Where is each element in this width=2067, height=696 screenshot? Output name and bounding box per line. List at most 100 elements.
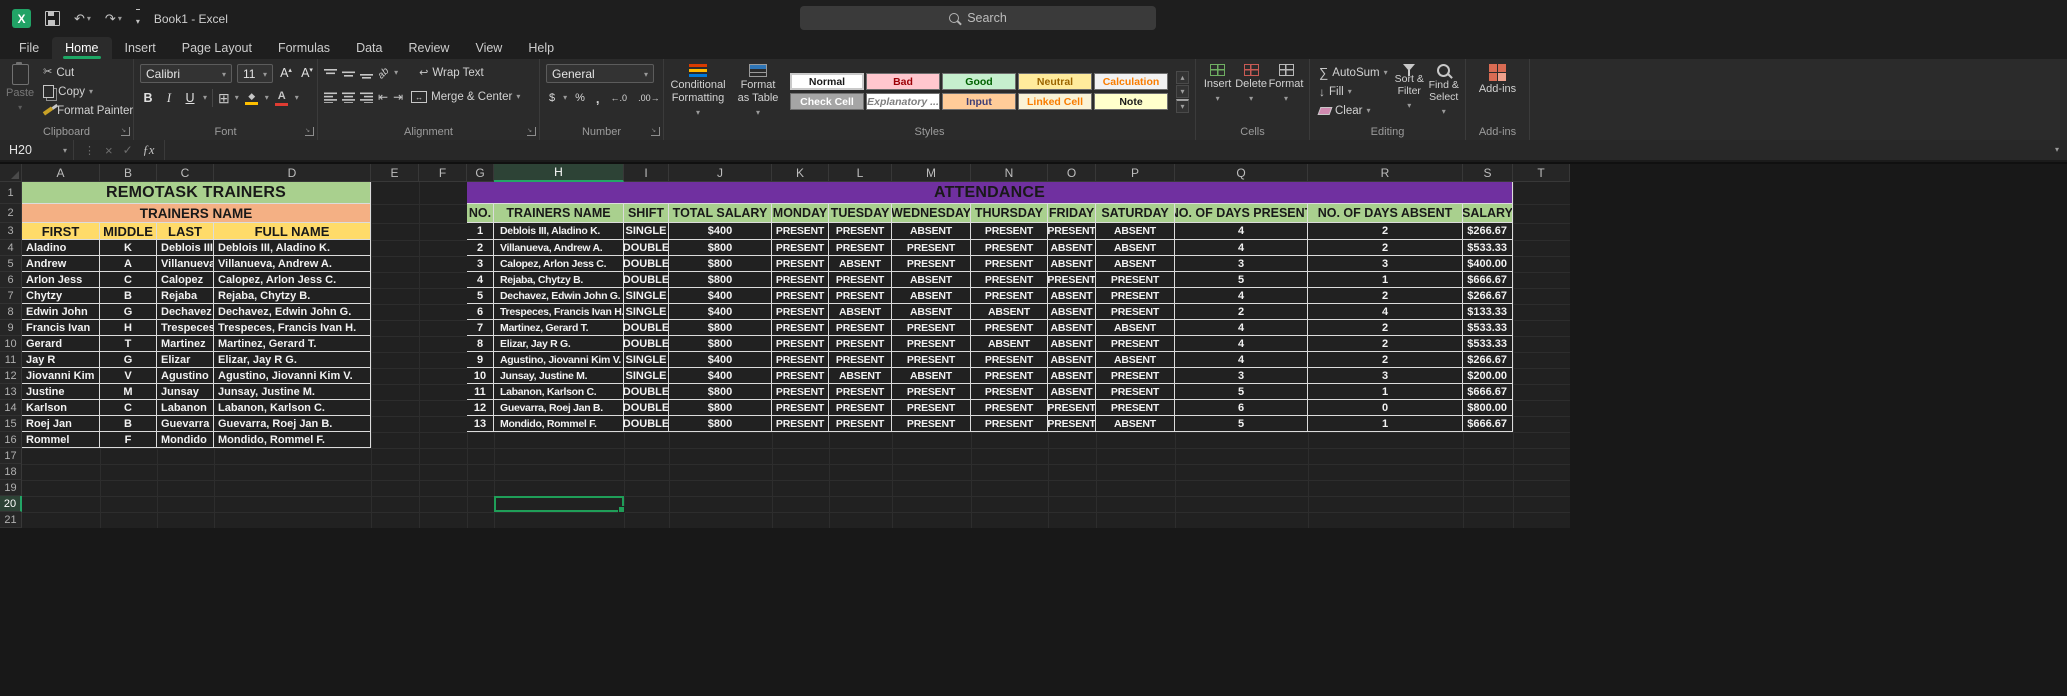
autosum-button[interactable]: ∑ AutoSum — [1316, 64, 1390, 81]
row-header-21[interactable]: 21 — [0, 512, 22, 528]
font-color-button[interactable]: A — [274, 90, 290, 106]
column-header-C[interactable]: C — [157, 164, 214, 182]
name-box-splitter-icon[interactable] — [84, 141, 95, 159]
select-all-corner[interactable] — [0, 164, 22, 182]
insert-function-icon[interactable]: ƒx — [143, 144, 155, 157]
cell-G6[interactable]: 4 — [467, 272, 494, 288]
cell-D7[interactable]: Rejaba, Chytzy B. — [214, 288, 371, 304]
cell-P7[interactable]: PRESENT — [1096, 288, 1175, 304]
comma-style-button[interactable]: , — [593, 91, 603, 106]
cell-C10[interactable]: Martinez — [157, 336, 214, 352]
gallery-down-icon[interactable]: ▾ — [1176, 84, 1189, 98]
cell-L3[interactable]: PRESENT — [829, 223, 892, 240]
cell-K4[interactable]: PRESENT — [772, 240, 829, 256]
cell-G7[interactable]: 5 — [467, 288, 494, 304]
cell-O3[interactable]: PRESENT — [1048, 223, 1096, 240]
cell-O9[interactable]: ABSENT — [1048, 320, 1096, 336]
underline-button[interactable]: U — [182, 91, 198, 105]
column-header-A[interactable]: A — [22, 164, 100, 182]
cell-I4[interactable]: DOUBLE — [624, 240, 669, 256]
cell-H11[interactable]: Agustino, Jiovanni Kim V. — [494, 352, 624, 368]
cell-N5[interactable]: PRESENT — [971, 256, 1048, 272]
cell-D12[interactable]: Agustino, Jiovanni Kim V. — [214, 368, 371, 384]
cell-style-input[interactable]: Input — [942, 93, 1016, 110]
cell-Q9[interactable]: 4 — [1175, 320, 1308, 336]
cell-A4[interactable]: Aladino — [22, 240, 100, 256]
cell-P6[interactable]: PRESENT — [1096, 272, 1175, 288]
cell-S12[interactable]: $200.00 — [1463, 368, 1513, 384]
cell-J12[interactable]: $400 — [669, 368, 772, 384]
cell-H6[interactable]: Rejaba, Chytzy B. — [494, 272, 624, 288]
cell-K15[interactable]: PRESENT — [772, 416, 829, 432]
row-header-5[interactable]: 5 — [0, 256, 22, 272]
column-header-B[interactable]: B — [100, 164, 157, 182]
cell-B6[interactable]: C — [100, 272, 157, 288]
cell-I10[interactable]: DOUBLE — [624, 336, 669, 352]
cell-M6[interactable]: ABSENT — [892, 272, 971, 288]
row-header-15[interactable]: 15 — [0, 416, 22, 432]
cell-D11[interactable]: Elizar, Jay R G. — [214, 352, 371, 368]
cell-O5[interactable]: ABSENT — [1048, 256, 1096, 272]
cell-N9[interactable]: PRESENT — [971, 320, 1048, 336]
expand-formula-bar-icon[interactable] — [2055, 141, 2067, 159]
conditional-formatting-button[interactable]: Conditional Formatting — [670, 64, 726, 119]
alignment-dialog-launcher-icon[interactable] — [527, 127, 536, 136]
cell-A14[interactable]: Karlson — [22, 400, 100, 416]
cell-G11[interactable]: 9 — [467, 352, 494, 368]
cell-M11[interactable]: PRESENT — [892, 352, 971, 368]
fill-button[interactable]: ↓ Fill — [1316, 83, 1390, 100]
row-header-9[interactable]: 9 — [0, 320, 22, 336]
cell-J10[interactable]: $800 — [669, 336, 772, 352]
cell-K9[interactable]: PRESENT — [772, 320, 829, 336]
cell-J11[interactable]: $400 — [669, 352, 772, 368]
chevron-down-icon[interactable] — [563, 89, 567, 107]
tab-data[interactable]: Data — [343, 37, 395, 59]
cell-L14[interactable]: PRESENT — [829, 400, 892, 416]
cell-K12[interactable]: PRESENT — [772, 368, 829, 384]
cell-L6[interactable]: PRESENT — [829, 272, 892, 288]
cell-O11[interactable]: ABSENT — [1048, 352, 1096, 368]
cell-I5[interactable]: DOUBLE — [624, 256, 669, 272]
cell-D9[interactable]: Trespeces, Francis Ivan H. — [214, 320, 371, 336]
cell-style-calculation[interactable]: Calculation — [1094, 73, 1168, 90]
cell-R7[interactable]: 2 — [1308, 288, 1463, 304]
undo-icon[interactable]: ↶ — [74, 12, 85, 25]
row-header-11[interactable]: 11 — [0, 352, 22, 368]
cell-G14[interactable]: 12 — [467, 400, 494, 416]
column-header-R[interactable]: R — [1308, 164, 1463, 182]
cell-H14[interactable]: Guevarra, Roej Jan B. — [494, 400, 624, 416]
cell-N14[interactable]: PRESENT — [971, 400, 1048, 416]
cell-style-neutral[interactable]: Neutral — [1018, 73, 1092, 90]
cell-O4[interactable]: ABSENT — [1048, 240, 1096, 256]
cell-K11[interactable]: PRESENT — [772, 352, 829, 368]
cell-M5[interactable]: PRESENT — [892, 256, 971, 272]
tab-formulas[interactable]: Formulas — [265, 37, 343, 59]
cut-button[interactable]: ✂ Cut — [40, 64, 136, 81]
cell-J13[interactable]: $800 — [669, 384, 772, 400]
bold-button[interactable]: B — [140, 91, 156, 105]
cell-R4[interactable]: 2 — [1308, 240, 1463, 256]
number-format-combo[interactable]: General — [546, 64, 654, 83]
cell-Q5[interactable]: 3 — [1175, 256, 1308, 272]
cell-M8[interactable]: ABSENT — [892, 304, 971, 320]
name-box[interactable]: H20 — [0, 140, 74, 160]
cell-S13[interactable]: $666.67 — [1463, 384, 1513, 400]
cell-H2-header[interactable]: TRAINERS NAME — [494, 204, 624, 223]
cell-H10[interactable]: Elizar, Jay R G. — [494, 336, 624, 352]
tab-review[interactable]: Review — [395, 37, 462, 59]
cell-O10[interactable]: ABSENT — [1048, 336, 1096, 352]
cell-Q8[interactable]: 2 — [1175, 304, 1308, 320]
chevron-down-icon[interactable] — [265, 89, 269, 107]
cell-I12[interactable]: SINGLE — [624, 368, 669, 384]
cell-C14[interactable]: Labanon — [157, 400, 214, 416]
cell-G12[interactable]: 10 — [467, 368, 494, 384]
cell-S11[interactable]: $266.67 — [1463, 352, 1513, 368]
cell-style-explanatory[interactable]: Explanatory ... — [866, 93, 940, 110]
row-header-14[interactable]: 14 — [0, 400, 22, 416]
cell-B15[interactable]: B — [100, 416, 157, 432]
cell-M12[interactable]: ABSENT — [892, 368, 971, 384]
cell-G15[interactable]: 13 — [467, 416, 494, 432]
cell-J15[interactable]: $800 — [669, 416, 772, 432]
cell-A7[interactable]: Chytzy — [22, 288, 100, 304]
cell-G3[interactable]: 1 — [467, 223, 494, 240]
